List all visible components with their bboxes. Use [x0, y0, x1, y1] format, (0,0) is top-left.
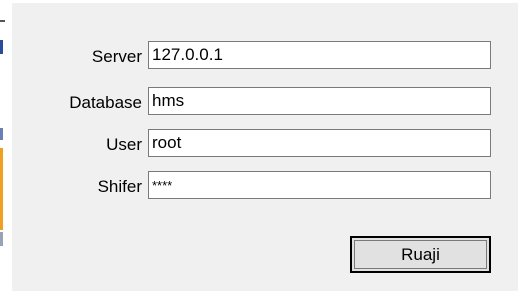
connection-dialog: Server Database User Shifer Ruaji — [12, 3, 518, 291]
background-window-fragment — [0, 40, 3, 54]
background-window-fragment — [0, 20, 5, 22]
user-input[interactable] — [148, 129, 491, 157]
server-label: Server — [91, 47, 142, 66]
background-window-fragment — [0, 232, 3, 246]
user-label: User — [106, 135, 142, 154]
password-input[interactable] — [148, 171, 491, 199]
database-label: Database — [69, 93, 142, 112]
connect-button-label: Ruaji — [401, 244, 440, 264]
background-window-fragment — [0, 128, 3, 140]
background-window-fragment — [0, 148, 3, 230]
background-window-edge — [0, 0, 12, 291]
server-input[interactable] — [148, 41, 491, 69]
connect-button[interactable]: Ruaji — [350, 236, 491, 273]
password-label: Shifer — [97, 177, 142, 196]
database-input[interactable] — [148, 87, 491, 115]
